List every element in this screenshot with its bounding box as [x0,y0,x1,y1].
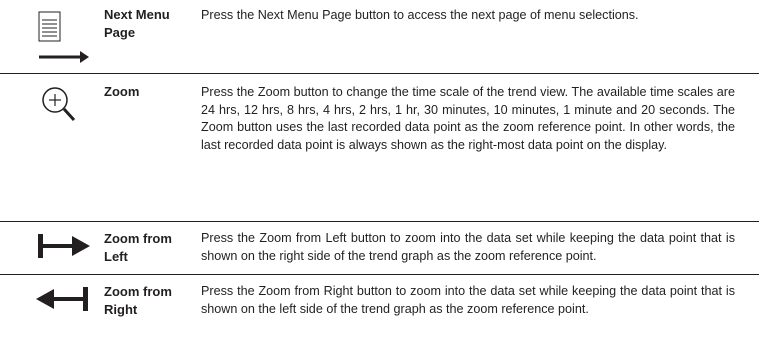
row-next-menu-page: Next Menu Page Press the Next Menu Page … [0,0,759,70]
row-zoom-from-right: Zoom from Right Press the Zoom from Righ… [0,275,759,337]
button-name-zoom-from-right: Zoom from Right [104,284,172,317]
button-name-zoom: Zoom [104,84,140,99]
zoom-from-right-icon [34,287,90,313]
zoom-from-left-icon [36,234,92,260]
button-name-next-menu-page: Next Menu Page [104,7,170,40]
next-menu-page-icon [36,8,96,70]
row-zoom-from-left: Zoom from Left Press the Zoom from Left … [0,222,759,272]
row-zoom: Zoom Press the Zoom button to change the… [0,74,759,174]
zoom-icon [36,84,88,136]
button-description-next-menu-page: Press the Next Menu Page button to acces… [201,8,639,22]
button-name-zoom-from-left: Zoom from Left [104,231,172,264]
button-description-zoom: Press the Zoom button to change the time… [201,85,735,152]
button-description-zoom-from-left: Press the Zoom from Left button to zoom … [201,231,735,263]
button-description-zoom-from-right: Press the Zoom from Right button to zoom… [201,284,735,316]
